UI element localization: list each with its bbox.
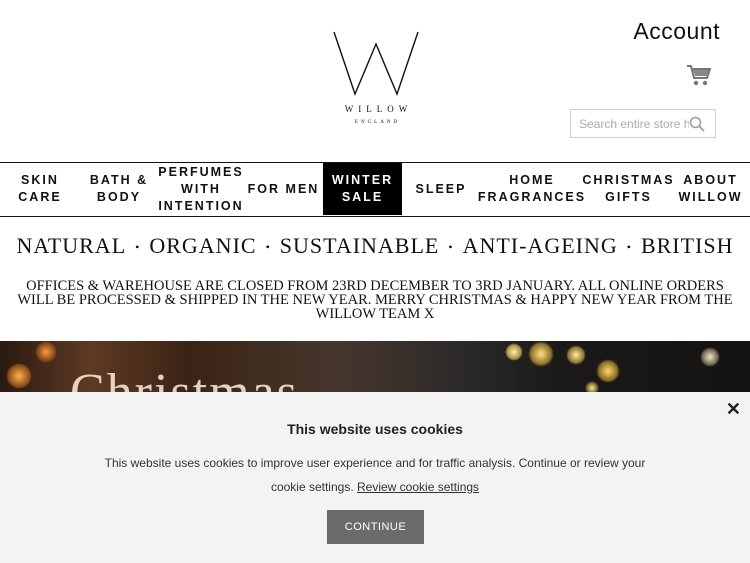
brand-sub: ENGLAND <box>354 120 401 125</box>
nav-item-label: HOME FRAGRANCES <box>477 173 587 204</box>
bullet-separator: • <box>626 240 632 255</box>
nav-item-sleep[interactable]: SLEEP <box>402 163 480 215</box>
bokeh-light <box>566 345 586 365</box>
bokeh-light <box>35 341 57 363</box>
cookie-title: This website uses cookies <box>287 421 463 437</box>
main-navigation: SKIN CARE BATH & BODY PERFUMES WITH INTE… <box>0 162 750 217</box>
account-link[interactable]: Account <box>633 18 720 45</box>
brand-values-tagline: NATURAL • ORGANIC • SUSTAINABLE • ANTI-AGEING •… <box>0 233 750 259</box>
bokeh-light <box>6 363 32 389</box>
bokeh-light <box>528 341 554 367</box>
nav-item-about-willow[interactable]: ABOUT WILLOW <box>673 163 748 215</box>
nav-item-label: CHRISTMAS GIFTS <box>582 173 675 204</box>
bokeh-light <box>700 347 720 367</box>
nav-item-label: SKIN CARE <box>18 173 62 204</box>
continue-button[interactable]: CONTINUE <box>327 510 424 544</box>
nav-item-label: WINTER SALE <box>331 173 394 204</box>
tagline-word: NATURAL <box>16 233 127 258</box>
bullet-separator: • <box>265 240 271 255</box>
willow-logo[interactable]: WILLOW ENGLAND <box>330 30 422 125</box>
nav-item-label: SLEEP <box>415 181 467 196</box>
brand-name: WILLOW <box>344 104 413 114</box>
nav-item-label: FOR MEN <box>247 181 320 196</box>
nav-item-label: ABOUT WILLOW <box>678 173 743 204</box>
nav-item-bath-body[interactable]: BATH & BODY <box>80 163 158 215</box>
bokeh-light <box>596 359 620 383</box>
cookie-message: This website uses cookies to improve use… <box>100 451 650 499</box>
nav-item-perfumes-with-intention[interactable]: PERFUMES WITH INTENTION <box>158 163 244 215</box>
nav-item-label: BATH & BODY <box>89 173 149 204</box>
search-input[interactable] <box>571 110 689 137</box>
bullet-separator: • <box>135 240 141 255</box>
tagline-word: ORGANIC <box>149 233 257 258</box>
close-icon[interactable]: ✕ <box>726 400 741 418</box>
willow-w-mark-icon <box>333 31 419 96</box>
nav-item-winter-sale[interactable]: WINTER SALE <box>323 163 402 215</box>
cookie-consent-banner: ✕ This website uses cookies This website… <box>0 392 750 563</box>
nav-item-home-fragrances[interactable]: HOME FRAGRANCES <box>477 163 587 215</box>
tagline-word: BRITISH <box>640 233 734 258</box>
search-icon[interactable] <box>689 116 705 132</box>
bokeh-light <box>505 343 523 361</box>
review-cookie-settings-link[interactable]: Review cookie settings <box>357 480 479 494</box>
holiday-closure-notice: OFFICES & WAREHOUSE ARE CLOSED FROM 23RD… <box>17 278 733 322</box>
shopping-cart-icon[interactable] <box>686 63 712 87</box>
tagline-word: SUSTAINABLE <box>279 233 440 258</box>
nav-item-label: PERFUMES WITH INTENTION <box>158 164 244 213</box>
search-box <box>570 109 716 138</box>
tagline-word: ANTI-AGEING <box>462 233 618 258</box>
nav-item-christmas-gifts[interactable]: CHRISTMAS GIFTS <box>582 163 675 215</box>
nav-item-for-men[interactable]: FOR MEN <box>244 163 323 215</box>
nav-item-skin-care[interactable]: SKIN CARE <box>0 163 80 215</box>
bullet-separator: • <box>448 240 454 255</box>
